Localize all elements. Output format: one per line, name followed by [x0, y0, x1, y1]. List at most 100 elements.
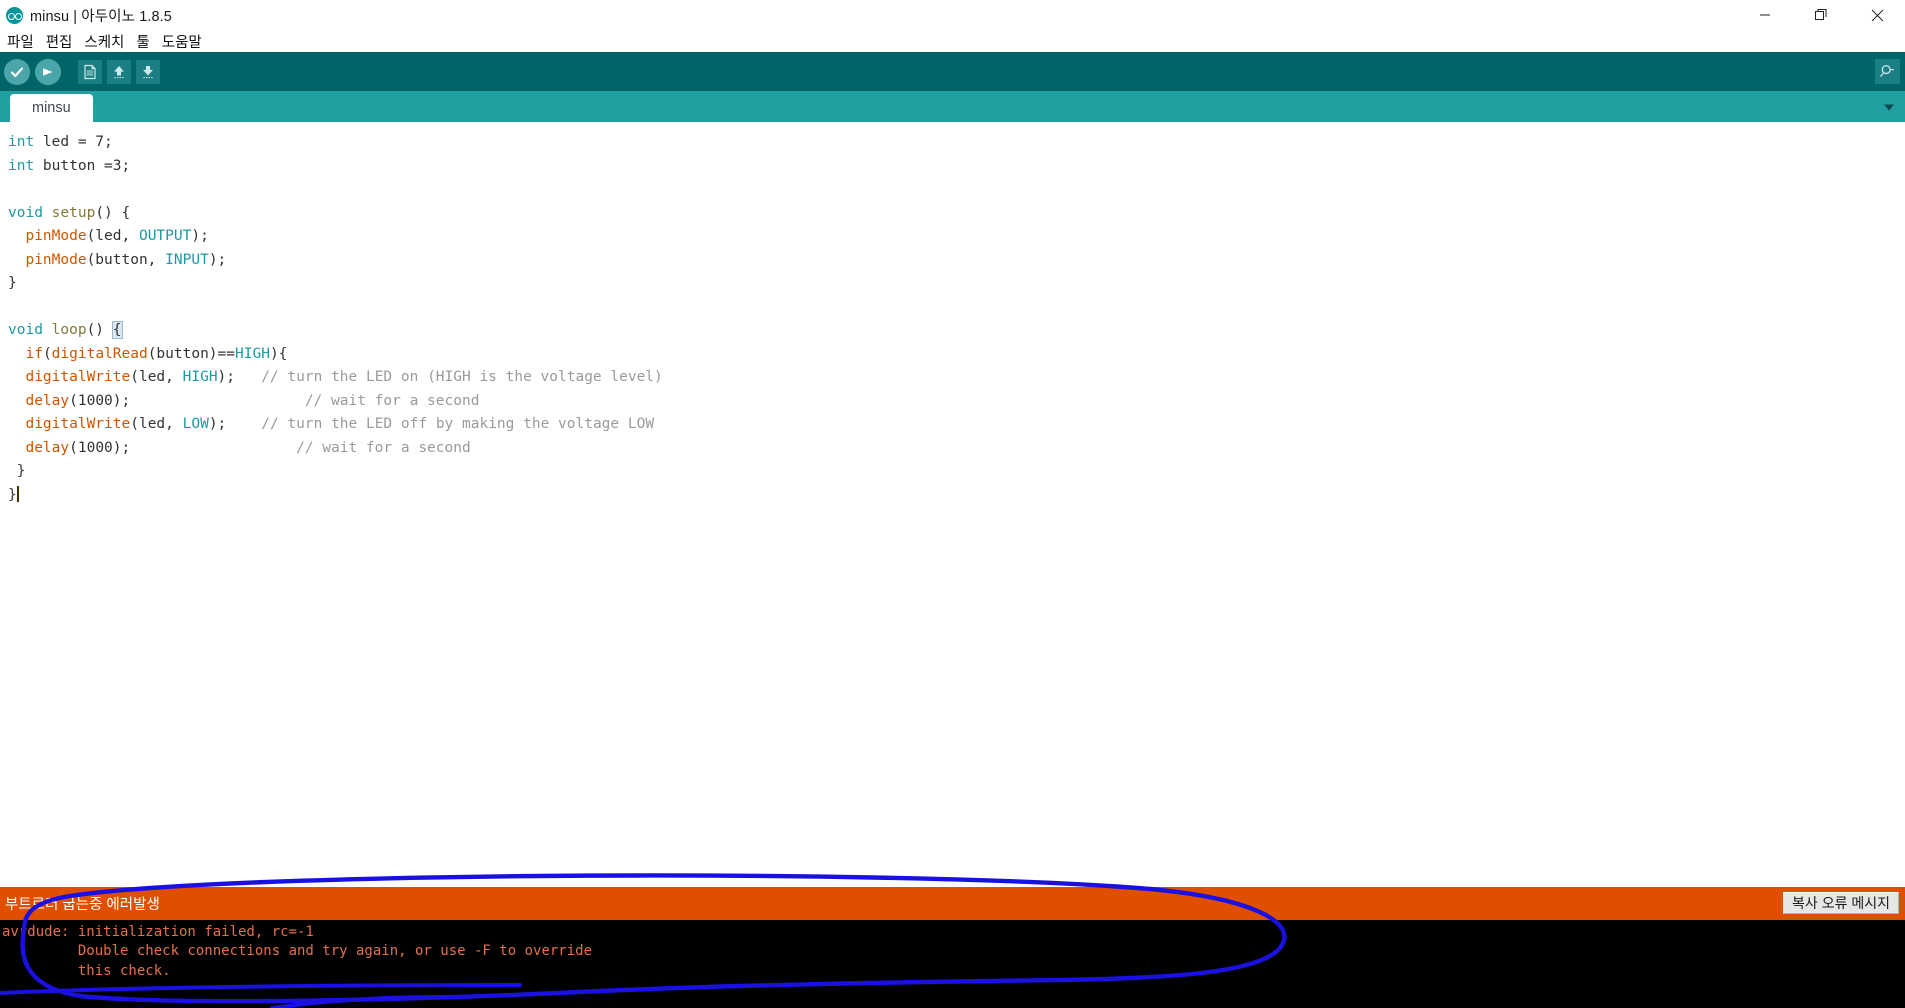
code-token: delay [25, 439, 70, 456]
code-token: { [111, 321, 123, 339]
code-token: INPUT [165, 251, 209, 268]
code-line: digitalWrite(led, LOW); // turn the LED … [8, 413, 1905, 437]
save-sketch-button[interactable] [136, 59, 160, 84]
code-line: } [8, 272, 1905, 296]
console-line: avrdude: initialization failed, rc=-1 [2, 924, 314, 940]
console-text: avrdude: initialization failed, rc=-1 Do… [0, 923, 1905, 981]
code-token: pinMode [25, 251, 87, 268]
close-button[interactable] [1849, 0, 1905, 30]
code-token: // wait for a second [304, 392, 480, 409]
arrow-down-icon [143, 65, 153, 78]
tab-minsu[interactable]: minsu [10, 94, 93, 122]
open-sketch-button[interactable] [107, 59, 131, 84]
code-line: delay(1000); // wait for a second [8, 437, 1905, 461]
code-token: OUTPUT [138, 228, 192, 244]
code-line: pinMode(button, INPUT); [8, 249, 1905, 273]
code-token: () { [95, 204, 131, 221]
menu-item-tools[interactable]: 툴 [136, 31, 149, 52]
code-line: delay(1000); // wait for a second [8, 390, 1905, 414]
code-text[interactable]: int led = 7; int button =3; void setup() … [0, 131, 1905, 507]
console-line: Double check connections and try again, … [2, 943, 593, 960]
code-token: void [8, 204, 43, 221]
code-token: } [8, 486, 17, 503]
menu-item-edit[interactable]: 편집 [46, 31, 73, 52]
code-token: // turn the LED off by making the voltag… [261, 416, 655, 432]
code-line: } [8, 460, 1905, 484]
arrow-right-icon [43, 67, 53, 76]
code-token: if [25, 345, 43, 362]
console-output[interactable]: avrdude: initialization failed, rc=-1 Do… [0, 920, 1905, 1008]
code-editor[interactable]: int led = 7; int button =3; void setup() … [0, 122, 1905, 887]
console-line: this check. [2, 962, 171, 979]
tab-menu-button[interactable] [1879, 97, 1899, 117]
code-token: (button, [86, 251, 166, 268]
code-line: void setup() { [8, 202, 1905, 226]
code-token: (led, [86, 228, 139, 244]
code-token: delay [25, 392, 70, 409]
menu-item-file[interactable]: 파일 [7, 31, 34, 52]
code-token: ( [42, 345, 52, 362]
code-token: ); [208, 251, 227, 268]
upload-button[interactable] [35, 58, 61, 85]
code-token: ); [191, 228, 209, 244]
chevron-down-icon [1884, 104, 1894, 111]
code-token: } [8, 275, 17, 291]
checkmark-icon [10, 66, 24, 77]
menu-bar: 파일 편집 스케치 툴 도움말 [0, 30, 1905, 52]
code-token: (led, [130, 369, 183, 385]
code-token: ); [217, 369, 262, 385]
menu-item-help[interactable]: 도움말 [162, 31, 202, 52]
code-token: digitalRead [51, 345, 148, 362]
new-sketch-button[interactable] [78, 59, 102, 84]
code-token: // turn the LED on (HIGH is the voltage … [261, 369, 663, 385]
new-document-icon [84, 64, 96, 79]
serial-monitor-button[interactable] [1875, 59, 1900, 84]
menu-item-sketch[interactable]: 스케치 [84, 31, 124, 52]
code-line: int button =3; [8, 155, 1905, 179]
code-token: pinMode [25, 228, 87, 244]
code-token: button =3; [34, 157, 131, 174]
code-token: (button)== [147, 345, 236, 362]
copy-error-message-button[interactable]: 복사 오류 메시지 [1783, 892, 1899, 914]
code-token: LOW [182, 416, 209, 432]
code-token: digitalWrite [25, 416, 131, 432]
verify-button[interactable] [4, 58, 30, 85]
code-line: pinMode(led, OUTPUT); [8, 225, 1905, 249]
window-title: minsu | 아두이노 1.8.5 [30, 8, 172, 25]
code-token: setup [51, 204, 96, 221]
tab-bar: minsu [0, 91, 1905, 122]
code-line: int led = 7; [8, 131, 1905, 155]
status-message: 부트로더 굽는중 에러발생 [5, 897, 160, 913]
code-token: digitalWrite [25, 369, 131, 385]
code-line: digitalWrite(led, HIGH); // turn the LED… [8, 366, 1905, 390]
arrow-up-icon [114, 65, 124, 78]
code-token: int [8, 157, 35, 174]
code-line: } [8, 484, 1905, 508]
code-line: void loop() { [8, 319, 1905, 343]
code-token: void [8, 322, 43, 338]
restore-button[interactable] [1793, 0, 1849, 30]
arduino-infinity-icon [6, 6, 23, 24]
toolbar [0, 52, 1905, 91]
code-token: ){ [269, 345, 288, 362]
code-token: (1000); [69, 439, 297, 456]
code-token: } [8, 463, 26, 479]
code-token: (1000); [69, 392, 305, 409]
window-controls [1737, 0, 1905, 30]
minimize-button[interactable] [1737, 0, 1793, 30]
code-token: // wait for a second [296, 439, 471, 456]
code-token: () [86, 322, 113, 338]
code-token: ); [208, 416, 262, 432]
code-token: HIGH [235, 345, 270, 362]
code-token: (led, [130, 416, 183, 432]
status-bar: 부트로더 굽는중 에러발생 복사 오류 메시지 [0, 887, 1905, 920]
arduino-ide-window: minsu | 아두이노 1.8.5 파일 편집 스케치 툴 도움말 minsu… [0, 0, 1905, 1008]
code-token: int [8, 134, 35, 150]
